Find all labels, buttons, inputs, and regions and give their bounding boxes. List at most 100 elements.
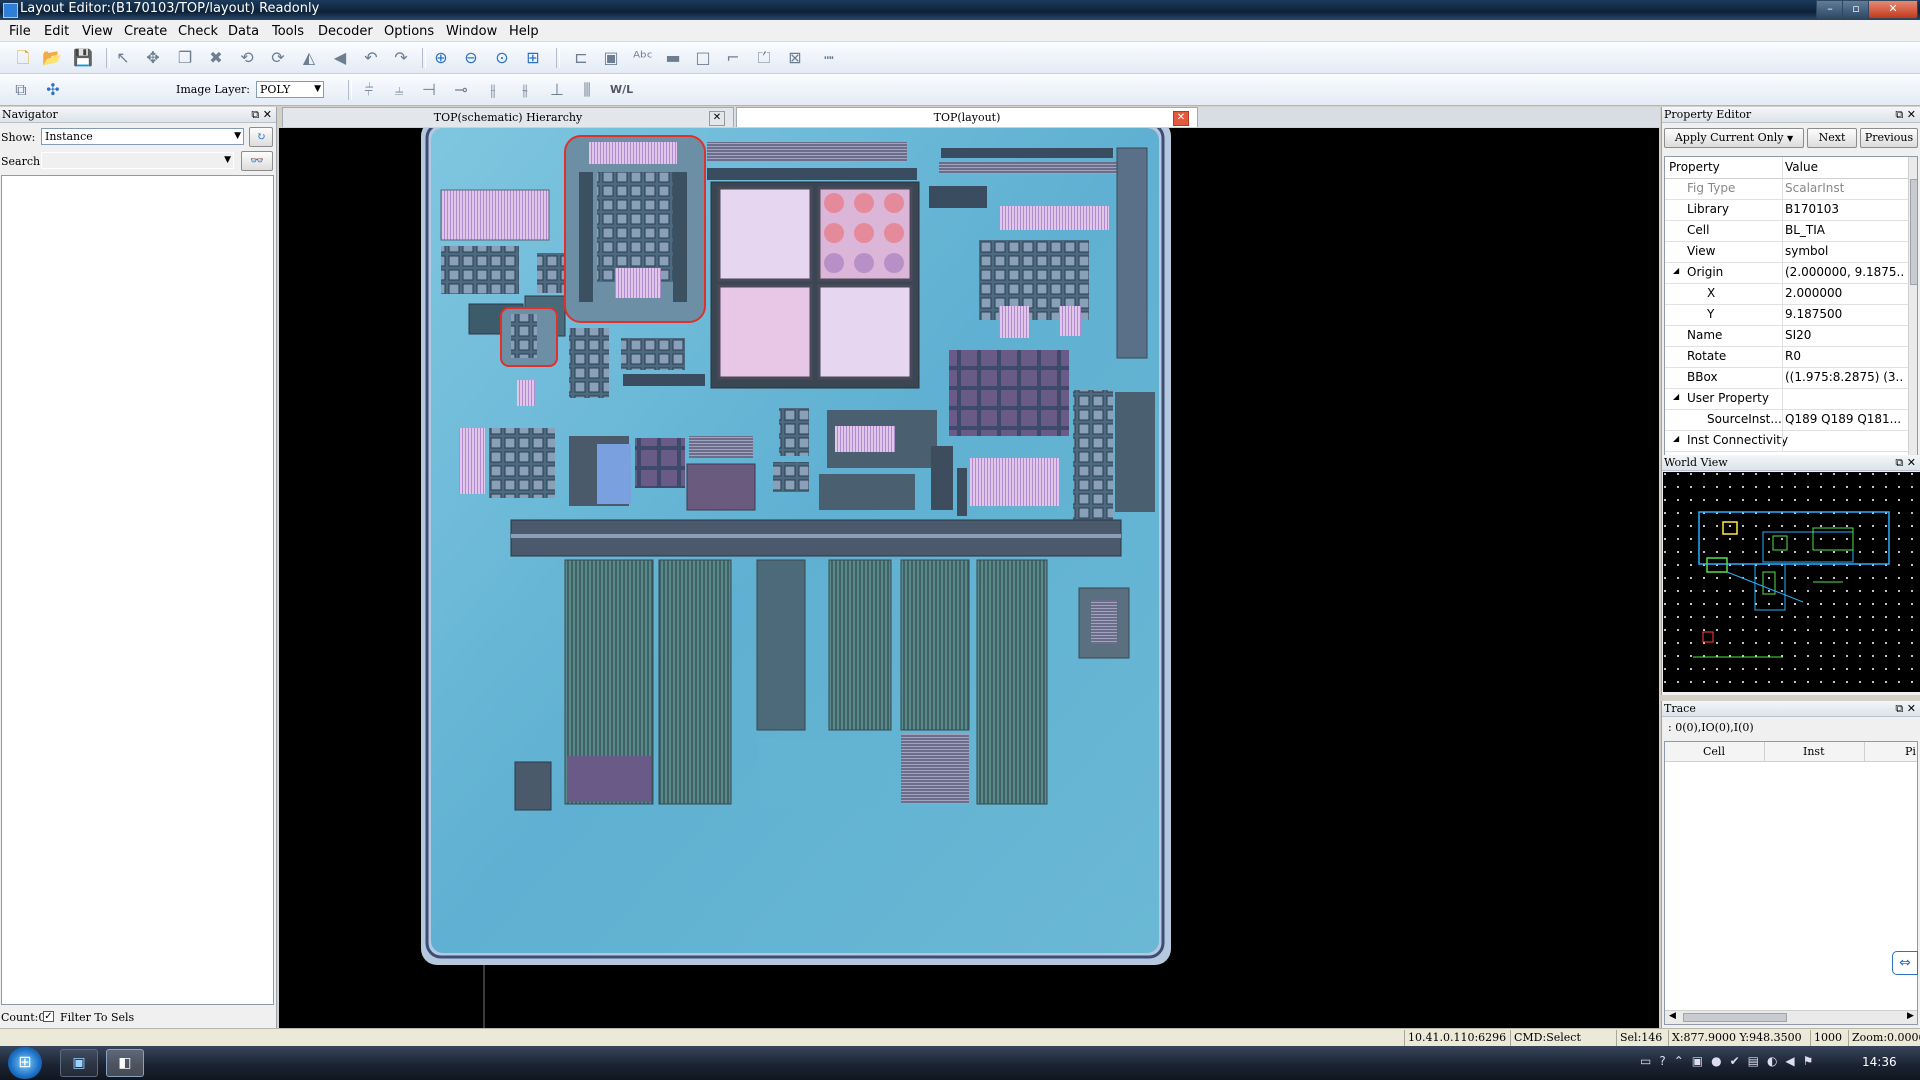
wl-button[interactable]: W/L	[610, 83, 633, 96]
ruler-icon[interactable]: ┉	[818, 47, 840, 69]
create-box-icon[interactable]: □	[692, 47, 714, 69]
expand-arrow-icon[interactable]: ◢	[1673, 434, 1679, 443]
property-value[interactable]: ((1.975:8.2875) (3....	[1785, 370, 1903, 384]
zoom-in-icon[interactable]: ⊕	[430, 47, 452, 69]
system-tray-icons[interactable]: ▭?⌃▣●✔▤◐◀⚑	[1640, 1054, 1850, 1072]
new-file-icon[interactable]: 🗋	[12, 47, 34, 69]
maximize-button[interactable]: ▫	[1842, 0, 1870, 19]
create-rectangle-icon[interactable]: ▣	[600, 47, 622, 69]
flip-vertical-icon[interactable]: ◭	[298, 47, 320, 69]
tab-layout[interactable]: TOP(layout) ✕	[736, 107, 1198, 127]
search-input[interactable]: ▼	[41, 152, 234, 169]
binoculars-icon[interactable]: 👓	[241, 151, 273, 171]
delete-icon[interactable]: ✖	[205, 47, 227, 69]
menu-tools[interactable]: Tools	[272, 24, 304, 39]
rotate-left-icon[interactable]: ⟲	[236, 47, 258, 69]
distribute-icon[interactable]: ⫳	[514, 79, 536, 101]
filter-checkbox[interactable]: ✓	[43, 1011, 54, 1022]
float-close-icon[interactable]: ⧉ ✕	[1895, 107, 1916, 122]
align-center-icon[interactable]: ⊸	[450, 79, 472, 101]
refresh-icon[interactable]: ↻	[249, 127, 273, 147]
columns-icon[interactable]: ⫼	[576, 79, 598, 101]
property-value[interactable]: SI20	[1785, 328, 1903, 342]
property-row[interactable]: Library B170103	[1665, 199, 1909, 221]
create-cross-icon[interactable]: ⊠	[784, 47, 806, 69]
property-row[interactable]: Fig Type ScalarInst	[1665, 178, 1909, 200]
property-value[interactable]: BL_TIA	[1785, 223, 1903, 237]
float-close-icon[interactable]: ⧉ ✕	[1895, 455, 1916, 470]
menu-edit[interactable]: Edit	[44, 24, 69, 39]
menu-decoder[interactable]: Decoder	[318, 24, 373, 39]
property-row[interactable]: X 2.000000	[1665, 283, 1909, 305]
scroll-left-icon[interactable]: ◀	[1669, 1011, 1676, 1021]
previous-button[interactable]: Previous	[1860, 128, 1918, 148]
property-value[interactable]: (2.000000, 9.1875...	[1785, 265, 1903, 279]
copy-icon[interactable]: ❐	[174, 47, 196, 69]
property-row[interactable]: ◢ Inst Connectivity	[1665, 430, 1909, 452]
menu-help[interactable]: Help	[509, 24, 539, 39]
zoom-out-icon[interactable]: ⊖	[460, 47, 482, 69]
menu-file[interactable]: File	[9, 24, 31, 39]
menu-options[interactable]: Options	[384, 24, 434, 39]
select-pointer-icon[interactable]: ↖	[112, 47, 134, 69]
property-row[interactable]: Y 9.187500	[1665, 304, 1909, 326]
menu-data[interactable]: Data	[228, 24, 259, 39]
next-button[interactable]: Next	[1807, 128, 1857, 148]
align-top-icon[interactable]: ⫩	[358, 79, 380, 101]
property-row[interactable]: BBox ((1.975:8.2875) (3....	[1665, 367, 1909, 389]
property-row[interactable]: Rotate R0	[1665, 346, 1909, 368]
expand-arrow-icon[interactable]: ◢	[1673, 392, 1679, 401]
stack-icon[interactable]: ⊥	[546, 79, 568, 101]
taskbar-layout-editor-icon[interactable]: ◧	[106, 1049, 144, 1077]
align-left-icon[interactable]: ⊣	[418, 79, 440, 101]
move-icon[interactable]: ✥	[142, 47, 164, 69]
menu-window[interactable]: Window	[446, 24, 497, 39]
image-layer-select[interactable]: POLY ▼	[256, 81, 324, 98]
property-value[interactable]: 2.000000	[1785, 286, 1903, 300]
undo-icon[interactable]: ↶	[360, 47, 382, 69]
start-button[interactable]: ⊞	[8, 1047, 42, 1079]
pan-icon[interactable]: ✣	[42, 79, 64, 101]
property-row[interactable]: Name SI20	[1665, 325, 1909, 347]
menu-check[interactable]: Check	[178, 24, 218, 39]
rotate-right-icon[interactable]: ⟳	[267, 47, 289, 69]
property-value[interactable]: 9.187500	[1785, 307, 1903, 321]
close-icon[interactable]: ✕	[1173, 111, 1189, 126]
property-scrollbar[interactable]	[1908, 157, 1917, 455]
trace-hscrollbar[interactable]: ◀ ▶	[1665, 1010, 1917, 1024]
world-view-canvas[interactable]	[1663, 472, 1920, 692]
scrollbar-thumb[interactable]	[1683, 1013, 1787, 1022]
property-value[interactable]: symbol	[1785, 244, 1903, 258]
create-pin-icon[interactable]: ▬	[662, 47, 684, 69]
zoom-area-icon[interactable]: ⊞	[522, 47, 544, 69]
create-label-icon[interactable]: ᴬᵇᶜ	[632, 47, 654, 69]
property-row[interactable]: SourceInst... Q189 Q189 Q181...	[1665, 409, 1909, 431]
taskbar-explorer-icon[interactable]: ▣	[60, 1049, 98, 1077]
save-icon[interactable]: 💾	[72, 47, 94, 69]
tab-schematic-hierarchy[interactable]: TOP(schematic) Hierarchy ✕	[282, 107, 734, 127]
float-close-icon[interactable]: ⧉ ✕	[251, 107, 272, 122]
zoom-fit-icon[interactable]: ⊙	[491, 47, 513, 69]
sync-icon[interactable]: ⇔	[1892, 951, 1918, 975]
float-close-icon[interactable]: ⧉ ✕	[1895, 701, 1916, 716]
close-icon[interactable]: ✕	[709, 111, 725, 126]
align-bottom-icon[interactable]: ⫨	[388, 79, 410, 101]
property-row[interactable]: ◢ Origin (2.000000, 9.1875...	[1665, 262, 1909, 284]
create-path-icon[interactable]: ⌐	[722, 47, 744, 69]
scroll-right-icon[interactable]: ▶	[1907, 1011, 1914, 1021]
property-row[interactable]: Cell BL_TIA	[1665, 220, 1909, 242]
open-folder-icon[interactable]: 📂	[41, 47, 63, 69]
property-value[interactable]: Q189 Q189 Q181...	[1785, 412, 1903, 426]
property-value[interactable]: R0	[1785, 349, 1903, 363]
apply-current-only-select[interactable]: Apply Current Only ▼	[1664, 128, 1804, 148]
show-select[interactable]: Instance ▼	[41, 128, 244, 145]
close-window-button[interactable]: ✕	[1868, 0, 1918, 19]
create-polygon-icon[interactable]: ⏍	[753, 47, 775, 69]
property-row[interactable]: ◢ User Property	[1665, 388, 1909, 410]
menu-view[interactable]: View	[82, 24, 113, 39]
navigator-list[interactable]	[1, 175, 274, 1005]
expand-arrow-icon[interactable]: ◢	[1673, 266, 1679, 275]
layout-canvas[interactable]	[279, 128, 1659, 1028]
menu-create[interactable]: Create	[124, 24, 167, 39]
minimize-button[interactable]: –	[1816, 0, 1844, 19]
